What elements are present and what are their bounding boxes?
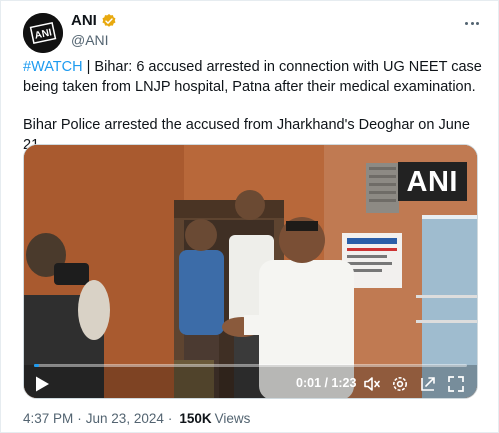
tweet-card: ANI ANI @ANI #WATCH | Bihar: 6 accused a… [0,0,499,433]
verified-badge-icon [101,13,117,29]
progress-fill [34,364,40,367]
meta-separator-2: · [167,411,173,426]
author-handle[interactable]: @ANI [71,32,109,48]
meta-separator: · [77,411,82,426]
ani-watermark: ANI [397,162,467,201]
tweet-meta: 4:37 PM · Jun 23, 2024 · 150K Views [23,411,250,426]
settings-icon[interactable] [390,374,410,394]
author-name[interactable]: ANI [71,12,97,29]
tweet-date[interactable]: Jun 23, 2024 [86,411,164,426]
tweet-text: #WATCH | Bihar: 6 accused arrested in co… [23,57,483,155]
tweet-paragraph-1: #WATCH | Bihar: 6 accused arrested in co… [23,57,483,97]
views-label: Views [214,411,251,426]
captions-icon[interactable] [418,374,438,394]
hashtag-link[interactable]: #WATCH [23,59,83,75]
views-count: 150K [179,411,212,426]
video-time: 0:01 / 1:23 [296,376,357,390]
fullscreen-icon[interactable] [446,374,466,394]
video-controls: 0:01 / 1:23 [24,358,477,398]
tweet-text-line1: | Bihar: 6 accused arrested in connectio… [23,59,482,95]
volume-muted-icon[interactable] [362,374,382,394]
avatar[interactable]: ANI [23,13,63,53]
tweet-time[interactable]: 4:37 PM [23,411,73,426]
progress-bar[interactable] [34,364,467,367]
more-icon[interactable] [462,15,482,31]
video-player[interactable]: ANI 0:01 / 1:23 [23,144,478,399]
ani-avatar-logo: ANI [23,13,63,53]
author-name-row: ANI [71,12,117,29]
play-icon[interactable] [34,375,50,393]
